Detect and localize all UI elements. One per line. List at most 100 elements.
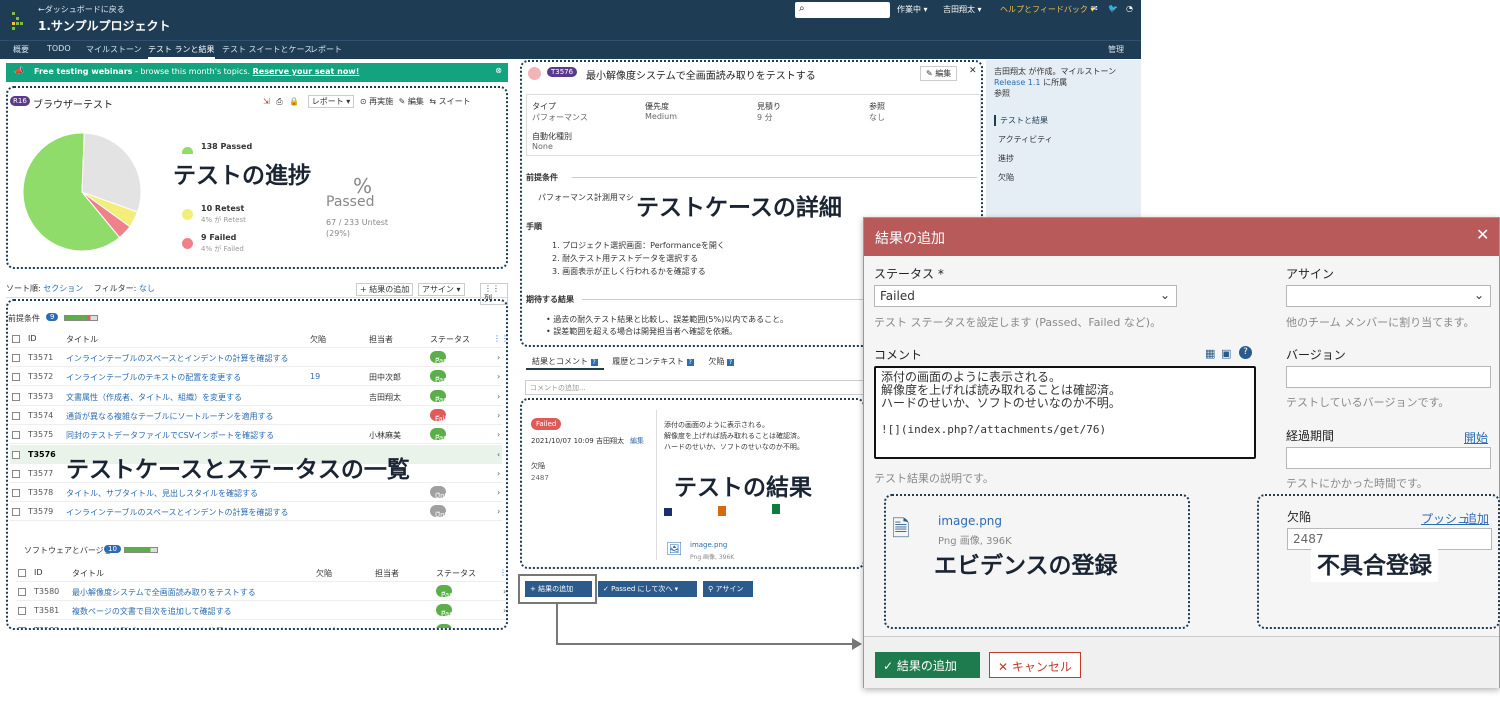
case-title[interactable]: 組み込みの印刷プレビュースタイルを使用してセクションをレンダリング (72, 626, 335, 628)
nav-runs[interactable]: テスト ランと結果 (148, 44, 215, 59)
columns-icon[interactable]: ⋮⋮ (493, 334, 506, 343)
case-title[interactable]: タイトル、サブタイトル、見出しスタイルを確認する (66, 488, 258, 499)
project-name[interactable]: 1.サンプルプロジェクト (38, 17, 171, 34)
case-title[interactable]: 通貨が異なる複雑なテーブルにソートルーチンを適用する (66, 411, 274, 422)
case-defect[interactable]: 19 (310, 372, 320, 381)
table-row[interactable]: T3571 インラインテーブルのスペースとインデントの計算を確認する Passed … (10, 348, 502, 367)
chevron-right-icon[interactable]: › (497, 353, 500, 362)
evidence-file-name[interactable]: image.png (938, 514, 1002, 528)
mail-icon[interactable]: ✉ (1091, 4, 1098, 18)
row-checkbox[interactable] (12, 373, 20, 382)
search-box[interactable]: ⌕ (795, 2, 890, 18)
chevron-right-icon[interactable]: › (497, 488, 500, 497)
row-checkbox[interactable] (12, 469, 20, 478)
row-checkbox[interactable] (12, 489, 20, 498)
nav-todo[interactable]: TODO (47, 44, 71, 53)
print-icon[interactable]: ⎙ (276, 97, 282, 106)
elapsed-start-link[interactable]: 開始 (1464, 429, 1488, 446)
chevron-right-icon[interactable]: › (497, 430, 500, 439)
filter-value[interactable]: なし (139, 284, 155, 293)
lock-icon[interactable]: 🔒 (289, 97, 299, 106)
chevron-right-icon[interactable]: › (497, 392, 500, 401)
table-icon[interactable]: ▦ (1205, 347, 1215, 360)
side-item-defects[interactable]: 欠陥 (994, 172, 1133, 183)
row-checkbox[interactable] (12, 392, 20, 401)
tab-history[interactable]: 履歴とコンテキスト ? (606, 357, 700, 366)
comment-input[interactable]: コメントの追加... (525, 380, 865, 395)
user-menu[interactable]: 吉田翔太 ▾ (943, 4, 982, 18)
status-badge[interactable]: Passed ⌄ (430, 351, 459, 365)
status-badge[interactable]: Failed ⌄ (430, 408, 455, 423)
case-title[interactable]: インラインテーブルのスペースとインデントの計算を確認する (66, 353, 289, 364)
report-button[interactable]: レポート ▾ (307, 95, 355, 108)
edit-run-button[interactable]: ✎ 編集 (399, 97, 424, 106)
nav-suites[interactable]: テスト スイートとケース (222, 44, 312, 55)
nav-admin[interactable]: 管理 (1108, 44, 1124, 55)
submit-result-button[interactable]: ✓ 結果の追加 (875, 652, 980, 678)
status-badge[interactable]: Passed ⌄ (436, 604, 465, 618)
cancel-button[interactable]: ✕ キャンセル (989, 652, 1081, 678)
table-row[interactable]: T3573 文書属性（作成者、タイトル、組織）を変更する 吉田翔太 Passed ⌄ › (10, 387, 502, 406)
add-result-button[interactable]: + 結果の追加 (525, 581, 592, 597)
status-badge[interactable]: Untested ⌄ (430, 486, 467, 500)
dialog-close-icon[interactable]: ✕ (1476, 225, 1489, 244)
table-row[interactable]: T3572 インラインテーブルのテキストの配置を変更する 19 田中次郎 Passed … (10, 367, 502, 387)
columns-icon[interactable]: ⋮⋮ (499, 568, 506, 577)
version-input[interactable] (1286, 366, 1491, 388)
row-checkbox[interactable] (18, 607, 26, 616)
pass-next-button[interactable]: ✓ Passed にして次へ ▾ (598, 581, 697, 597)
case-title[interactable]: インラインテーブルのテキストの配置を変更する (66, 372, 241, 383)
edit-case-button[interactable]: ✎ 編集 (920, 66, 958, 81)
table-row[interactable]: T3581 複数ページの文書で目次を追加して確認する Passed ⌄ › (16, 601, 506, 621)
chevron-right-icon[interactable]: › (497, 372, 500, 381)
add-defect-link[interactable]: 追加 (1465, 510, 1489, 527)
chevron-left-icon[interactable]: ‹ (497, 450, 500, 459)
tab-results[interactable]: 結果とコメント ? (526, 357, 604, 370)
help-menu[interactable]: ヘルプとフィードバック ▾ (1000, 4, 1094, 18)
twitter-icon[interactable]: 🐦 (1108, 4, 1118, 18)
table-row[interactable]: T3579 インラインテーブルのスペースとインデントの計算を確認する Unteste… (10, 502, 502, 522)
select-all-checkbox[interactable] (12, 335, 20, 343)
app-logo[interactable] (12, 12, 24, 30)
status-badge[interactable]: Passed ⌄ (430, 428, 459, 442)
close-case-icon[interactable]: ✕ (969, 66, 977, 76)
status-badge[interactable]: Passed ⌄ (430, 370, 459, 384)
help-icon[interactable]: ? (1239, 346, 1252, 359)
back-link[interactable]: ←ダッシュボードに戻る (38, 4, 125, 15)
assign-select[interactable]: ⌄ (1286, 285, 1491, 307)
release-link[interactable]: Release 1.1 (994, 78, 1041, 87)
rss-icon[interactable]: ◔ (1126, 4, 1133, 18)
case-title[interactable]: 同封のテストデータファイルでCSVインポートを確認する (66, 430, 274, 441)
case-title[interactable]: 文書属性（作成者、タイトル、組織）を変更する (66, 392, 242, 403)
row-checkbox[interactable] (12, 411, 20, 420)
close-icon[interactable]: ⊗ (495, 66, 502, 75)
table-row[interactable]: T3575 同封のテストデータファイルでCSVインポートを確認する 小林麻美 Pass… (10, 425, 502, 445)
sort-value[interactable]: セクション (43, 284, 83, 293)
row-checkbox[interactable] (12, 431, 20, 440)
side-item-progress[interactable]: 進捗 (994, 153, 1133, 164)
status-badge[interactable]: Untested ⌄ (430, 505, 467, 519)
chevron-right-icon[interactable]: › (497, 411, 500, 420)
row-checkbox[interactable] (12, 450, 20, 459)
elapsed-input[interactable] (1286, 447, 1491, 469)
assign-toolbar-button[interactable]: アサイン ▾ (418, 283, 465, 296)
table-row[interactable]: T3582 組み込みの印刷プレビュースタイルを使用してセクションをレンダリング Pa… (16, 621, 506, 628)
export-icon[interactable]: ⇲ (263, 97, 270, 106)
add-result-toolbar-button[interactable]: + 結果の追加 (356, 283, 414, 296)
status-badge[interactable]: Passed ⌄ (436, 585, 465, 599)
status-badge[interactable]: Passed ⌄ (436, 623, 452, 628)
assign-button[interactable]: ⚲ アサイン (703, 581, 753, 597)
chevron-right-icon[interactable]: › (497, 507, 500, 516)
nav-milestones[interactable]: マイルストーン (86, 44, 142, 55)
chevron-right-icon[interactable]: › (503, 606, 506, 615)
side-item-activity[interactable]: アクティビティ (994, 134, 1133, 145)
comment-textarea[interactable]: 添付の画面のように表示される。 解像度を上げれば読み取れることは確認済。 ハード… (874, 366, 1256, 459)
row-checkbox[interactable] (18, 626, 26, 628)
image-icon[interactable]: ▣ (1221, 347, 1231, 360)
status-menu[interactable]: 作業中 ▾ (897, 4, 928, 18)
banner-link[interactable]: Reserve your seat now! (253, 67, 360, 76)
rerun-button[interactable]: ⊙ 再実施 (360, 97, 393, 106)
nav-reports[interactable]: レポート (310, 44, 342, 55)
case-title[interactable]: 複数ページの文書で目次を追加して確認する (72, 606, 232, 617)
push-link[interactable]: プッシュ (1421, 510, 1469, 527)
